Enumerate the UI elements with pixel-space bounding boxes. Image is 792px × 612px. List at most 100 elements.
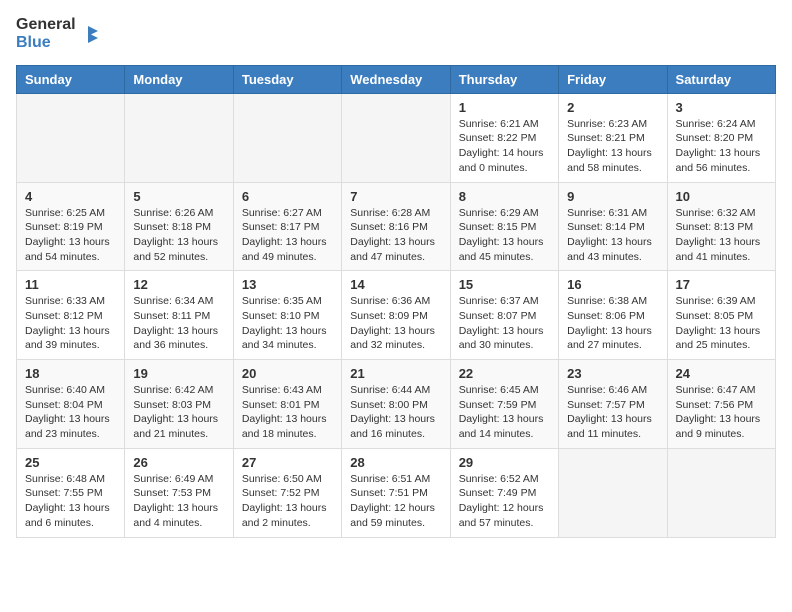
day-info: Sunrise: 6:29 AM Sunset: 8:15 PM Dayligh… (459, 206, 550, 265)
day-info: Sunrise: 6:47 AM Sunset: 7:56 PM Dayligh… (676, 383, 767, 442)
day-number: 21 (350, 366, 441, 381)
calendar-week-row: 25 Sunrise: 6:48 AM Sunset: 7:55 PM Dayli… (17, 448, 776, 537)
day-number: 2 (567, 100, 658, 115)
day-info: Sunrise: 6:37 AM Sunset: 8:07 PM Dayligh… (459, 294, 550, 353)
calendar-cell: 5 Sunrise: 6:26 AM Sunset: 8:18 PM Daylig… (125, 182, 233, 271)
day-number: 6 (242, 189, 333, 204)
day-info: Sunrise: 6:40 AM Sunset: 8:04 PM Dayligh… (25, 383, 116, 442)
day-info: Sunrise: 6:43 AM Sunset: 8:01 PM Dayligh… (242, 383, 333, 442)
calendar-cell: 9 Sunrise: 6:31 AM Sunset: 8:14 PM Daylig… (559, 182, 667, 271)
day-info: Sunrise: 6:44 AM Sunset: 8:00 PM Dayligh… (350, 383, 441, 442)
weekday-header: Monday (125, 65, 233, 93)
day-info: Sunrise: 6:27 AM Sunset: 8:17 PM Dayligh… (242, 206, 333, 265)
calendar-cell: 7 Sunrise: 6:28 AM Sunset: 8:16 PM Daylig… (342, 182, 450, 271)
calendar-cell (667, 448, 775, 537)
day-number: 7 (350, 189, 441, 204)
day-info: Sunrise: 6:28 AM Sunset: 8:16 PM Dayligh… (350, 206, 441, 265)
calendar-cell: 10 Sunrise: 6:32 AM Sunset: 8:13 PM Dayli… (667, 182, 775, 271)
day-number: 27 (242, 455, 333, 470)
day-number: 1 (459, 100, 550, 115)
day-info: Sunrise: 6:35 AM Sunset: 8:10 PM Dayligh… (242, 294, 333, 353)
calendar-cell: 24 Sunrise: 6:47 AM Sunset: 7:56 PM Dayli… (667, 360, 775, 449)
day-info: Sunrise: 6:48 AM Sunset: 7:55 PM Dayligh… (25, 472, 116, 531)
weekday-header: Thursday (450, 65, 558, 93)
day-info: Sunrise: 6:25 AM Sunset: 8:19 PM Dayligh… (25, 206, 116, 265)
day-number: 14 (350, 277, 441, 292)
day-number: 9 (567, 189, 658, 204)
day-info: Sunrise: 6:26 AM Sunset: 8:18 PM Dayligh… (133, 206, 224, 265)
day-number: 13 (242, 277, 333, 292)
calendar-cell: 27 Sunrise: 6:50 AM Sunset: 7:52 PM Dayli… (233, 448, 341, 537)
calendar-cell: 17 Sunrise: 6:39 AM Sunset: 8:05 PM Dayli… (667, 271, 775, 360)
calendar-cell (125, 93, 233, 182)
calendar-cell: 1 Sunrise: 6:21 AM Sunset: 8:22 PM Daylig… (450, 93, 558, 182)
logo-general-text: General (16, 16, 76, 34)
calendar-table: SundayMondayTuesdayWednesdayThursdayFrid… (16, 65, 776, 538)
day-number: 29 (459, 455, 550, 470)
day-number: 5 (133, 189, 224, 204)
page-header: GeneralBlue (16, 16, 776, 53)
calendar-cell: 28Sunrise: 6:51 AM Sunset: 7:51 PM Dayli… (342, 448, 450, 537)
day-info: Sunrise: 6:32 AM Sunset: 8:13 PM Dayligh… (676, 206, 767, 265)
calendar-week-row: 11 Sunrise: 6:33 AM Sunset: 8:12 PM Dayli… (17, 271, 776, 360)
calendar-cell: 12 Sunrise: 6:34 AM Sunset: 8:11 PM Dayli… (125, 271, 233, 360)
calendar-cell: 2Sunrise: 6:23 AM Sunset: 8:21 PM Daylig… (559, 93, 667, 182)
day-info: Sunrise: 6:46 AM Sunset: 7:57 PM Dayligh… (567, 383, 658, 442)
weekday-header: Sunday (17, 65, 125, 93)
calendar-cell: 20 Sunrise: 6:43 AM Sunset: 8:01 PM Dayli… (233, 360, 341, 449)
calendar-week-row: 1 Sunrise: 6:21 AM Sunset: 8:22 PM Daylig… (17, 93, 776, 182)
day-number: 10 (676, 189, 767, 204)
day-info: Sunrise: 6:31 AM Sunset: 8:14 PM Dayligh… (567, 206, 658, 265)
day-number: 17 (676, 277, 767, 292)
weekday-header: Wednesday (342, 65, 450, 93)
day-info: Sunrise: 6:50 AM Sunset: 7:52 PM Dayligh… (242, 472, 333, 531)
day-info: Sunrise: 6:33 AM Sunset: 8:12 PM Dayligh… (25, 294, 116, 353)
day-number: 3 (676, 100, 767, 115)
weekday-header: Friday (559, 65, 667, 93)
day-info: Sunrise: 6:39 AM Sunset: 8:05 PM Dayligh… (676, 294, 767, 353)
calendar-cell: 23 Sunrise: 6:46 AM Sunset: 7:57 PM Dayli… (559, 360, 667, 449)
weekday-header: Tuesday (233, 65, 341, 93)
calendar-cell: 18 Sunrise: 6:40 AM Sunset: 8:04 PM Dayli… (17, 360, 125, 449)
calendar-cell: 14 Sunrise: 6:36 AM Sunset: 8:09 PM Dayli… (342, 271, 450, 360)
logo-blue-text: Blue (16, 34, 76, 52)
calendar-cell (559, 448, 667, 537)
day-info: Sunrise: 6:36 AM Sunset: 8:09 PM Dayligh… (350, 294, 441, 353)
day-number: 18 (25, 366, 116, 381)
calendar-cell: 6 Sunrise: 6:27 AM Sunset: 8:17 PM Daylig… (233, 182, 341, 271)
logo: GeneralBlue (16, 16, 98, 53)
calendar-cell: 16 Sunrise: 6:38 AM Sunset: 8:06 PM Dayli… (559, 271, 667, 360)
calendar-cell: 25 Sunrise: 6:48 AM Sunset: 7:55 PM Dayli… (17, 448, 125, 537)
calendar-cell: 15 Sunrise: 6:37 AM Sunset: 8:07 PM Dayli… (450, 271, 558, 360)
calendar-cell: 8Sunrise: 6:29 AM Sunset: 8:15 PM Daylig… (450, 182, 558, 271)
day-number: 11 (25, 277, 116, 292)
day-number: 25 (25, 455, 116, 470)
day-info: Sunrise: 6:34 AM Sunset: 8:11 PM Dayligh… (133, 294, 224, 353)
day-info: Sunrise: 6:52 AM Sunset: 7:49 PM Dayligh… (459, 472, 550, 531)
day-info: Sunrise: 6:49 AM Sunset: 7:53 PM Dayligh… (133, 472, 224, 531)
calendar-cell: 22 Sunrise: 6:45 AM Sunset: 7:59 PM Dayli… (450, 360, 558, 449)
calendar-cell: 11 Sunrise: 6:33 AM Sunset: 8:12 PM Dayli… (17, 271, 125, 360)
calendar-week-row: 4 Sunrise: 6:25 AM Sunset: 8:19 PM Daylig… (17, 182, 776, 271)
calendar-cell (233, 93, 341, 182)
day-number: 12 (133, 277, 224, 292)
calendar-cell: 13 Sunrise: 6:35 AM Sunset: 8:10 PM Dayli… (233, 271, 341, 360)
day-number: 19 (133, 366, 224, 381)
day-number: 20 (242, 366, 333, 381)
day-info: Sunrise: 6:21 AM Sunset: 8:22 PM Dayligh… (459, 117, 550, 176)
calendar-cell: 21 Sunrise: 6:44 AM Sunset: 8:00 PM Dayli… (342, 360, 450, 449)
day-number: 23 (567, 366, 658, 381)
day-number: 28 (350, 455, 441, 470)
day-number: 26 (133, 455, 224, 470)
day-info: Sunrise: 6:42 AM Sunset: 8:03 PM Dayligh… (133, 383, 224, 442)
day-number: 22 (459, 366, 550, 381)
calendar-cell: 3Sunrise: 6:24 AM Sunset: 8:20 PM Daylig… (667, 93, 775, 182)
day-number: 24 (676, 366, 767, 381)
day-number: 4 (25, 189, 116, 204)
day-info: Sunrise: 6:38 AM Sunset: 8:06 PM Dayligh… (567, 294, 658, 353)
day-info: Sunrise: 6:45 AM Sunset: 7:59 PM Dayligh… (459, 383, 550, 442)
day-number: 15 (459, 277, 550, 292)
calendar-cell: 29 Sunrise: 6:52 AM Sunset: 7:49 PM Dayli… (450, 448, 558, 537)
calendar-cell: 26 Sunrise: 6:49 AM Sunset: 7:53 PM Dayli… (125, 448, 233, 537)
day-number: 16 (567, 277, 658, 292)
